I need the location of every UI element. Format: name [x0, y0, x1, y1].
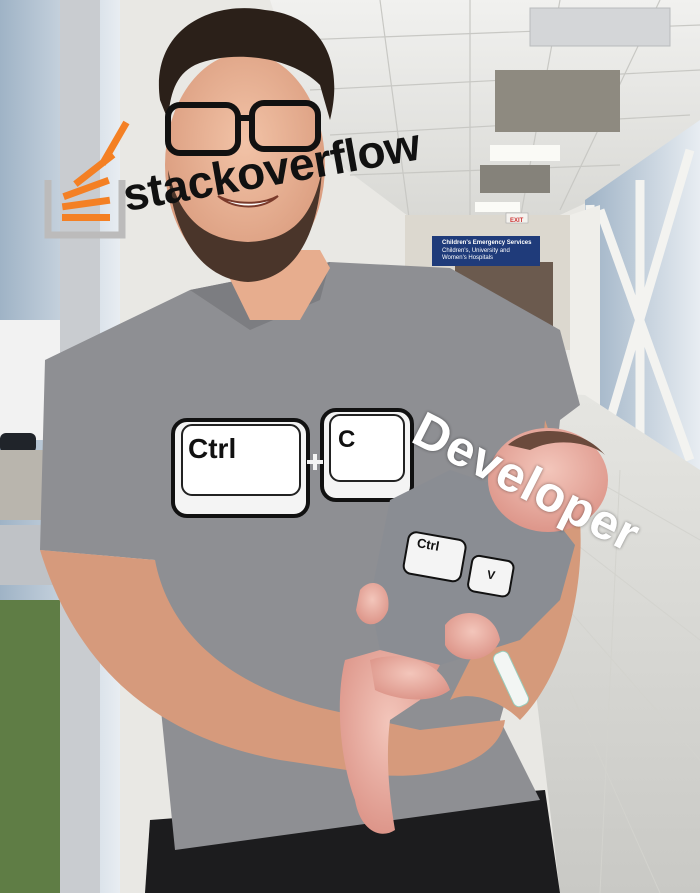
outside-trees: [0, 600, 70, 893]
hallway-sign-line: Children's Emergency Services: [442, 240, 532, 246]
ceiling-light: [475, 202, 520, 212]
c-keycap: [320, 408, 414, 502]
c-key-label: C: [338, 426, 356, 453]
exit-sign: EXIT: [510, 218, 524, 224]
ceiling-light: [490, 145, 560, 161]
ceiling-light: [480, 165, 550, 193]
ctrl-key-label: Ctrl: [188, 433, 237, 464]
hallway-sign-line: Children's, University and: [442, 248, 510, 254]
ceiling-light: [495, 70, 620, 132]
ceiling-light: [529, 7, 671, 47]
hallway-sign-line: Women's Hospitals: [442, 255, 494, 261]
right-wall: [570, 205, 600, 410]
